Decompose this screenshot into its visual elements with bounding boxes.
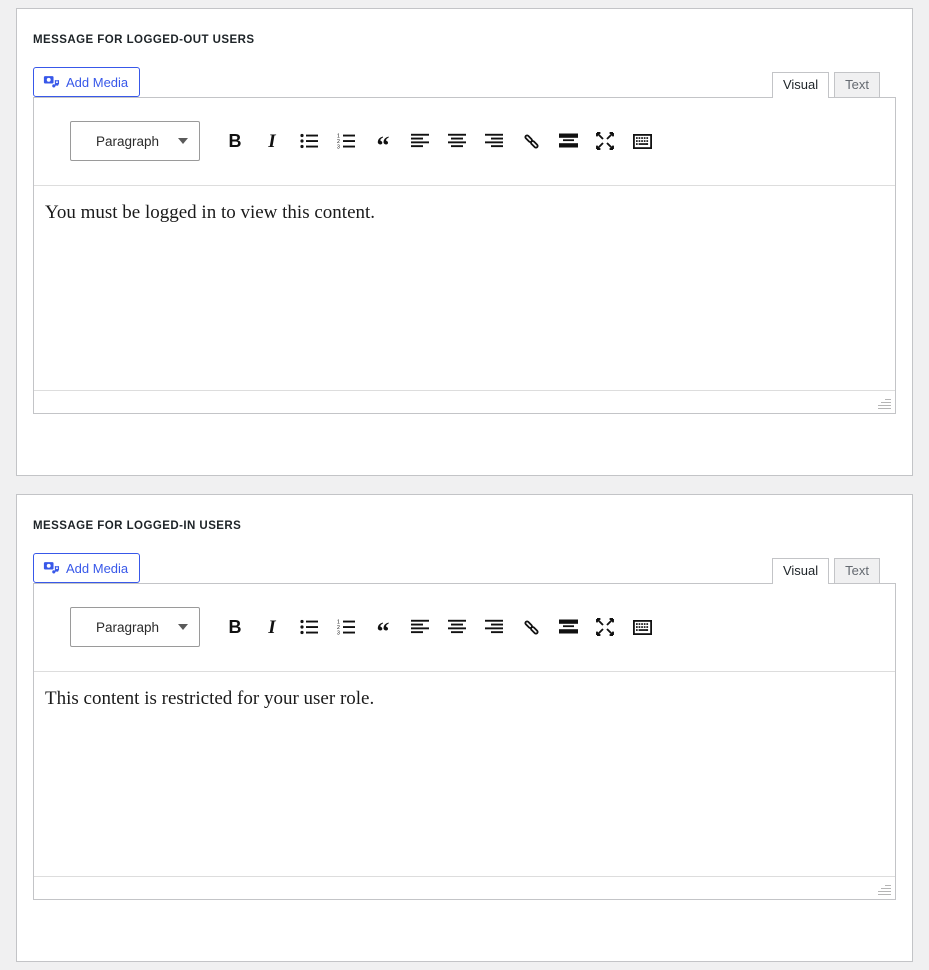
admin-settings-page: MESSAGE FOR LOGGED-OUT USERS Add Media V… [0, 0, 929, 970]
insert-link-button-2[interactable] [514, 610, 548, 644]
italic-button-1[interactable]: I [255, 124, 289, 158]
align-left-button-1[interactable] [403, 124, 437, 158]
resize-handle-icon[interactable] [875, 393, 893, 411]
fullscreen-button-2[interactable] [588, 610, 622, 644]
postbox-logged-in-message: MESSAGE FOR LOGGED-IN USERS Add Media Vi… [16, 494, 913, 962]
postbox-logged-out-message: MESSAGE FOR LOGGED-OUT USERS Add Media V… [16, 8, 913, 476]
align-left-icon [411, 133, 429, 149]
link-icon [522, 618, 541, 637]
editor-content-area-2[interactable]: This content is restricted for your user… [34, 671, 895, 877]
blockquote-button-2[interactable]: “ [366, 610, 400, 646]
fullscreen-icon [596, 618, 614, 636]
tab-text-1[interactable]: Text [834, 71, 880, 97]
chevron-down-icon [178, 624, 188, 630]
page-title-logged-out: MESSAGE FOR LOGGED-OUT USERS [33, 34, 255, 46]
numbered-list-button-1[interactable]: 1 2 3 [329, 124, 363, 158]
blockquote-glyph-2: “ [376, 617, 390, 646]
editor-container-1: Paragraph B I 1 2 3 “ You must be logged… [33, 96, 896, 414]
editor-container-2: Paragraph B I 1 2 3 “ This content is re… [33, 582, 896, 900]
media-buttons-row-1: Add Media Visual Text [33, 66, 896, 98]
link-icon [522, 132, 541, 151]
italic-glyph-2: I [268, 616, 276, 638]
editor-statusbar-2 [34, 876, 895, 899]
align-left-button-2[interactable] [403, 610, 437, 644]
toolbar-toggle-button-1[interactable] [625, 124, 659, 158]
editor-body-text-2: This content is restricted for your user… [45, 687, 375, 709]
read-more-icon [558, 619, 578, 635]
bullet-list-button-2[interactable] [292, 610, 326, 644]
postbox-inside-2: Add Media Visual Text Paragraph B I 1 2 … [17, 552, 912, 900]
resize-handle-icon[interactable] [875, 879, 893, 897]
numbered-list-icon: 1 2 3 [337, 619, 356, 635]
add-media-button-2[interactable]: Add Media [33, 552, 141, 583]
align-left-icon [411, 619, 429, 635]
insert-link-button-1[interactable] [514, 124, 548, 158]
editor-toolbar-row-2: Paragraph B I 1 2 3 “ [70, 597, 895, 658]
toolbar-toggle-button-2[interactable] [625, 610, 659, 644]
read-more-icon [558, 133, 578, 149]
editor-tabs-1: Visual Text [767, 71, 880, 98]
align-right-button-1[interactable] [477, 124, 511, 158]
align-right-button-2[interactable] [477, 610, 511, 644]
bullet-list-icon [299, 133, 319, 149]
svg-text:3: 3 [337, 631, 340, 635]
align-center-button-2[interactable] [440, 610, 474, 644]
numbered-list-button-2[interactable]: 1 2 3 [329, 610, 363, 644]
postbox-inside-1: Add Media Visual Text Paragraph B I 1 2 … [17, 66, 912, 414]
paragraph-style-select-1[interactable]: Paragraph [70, 121, 200, 161]
bold-button-1[interactable]: B [218, 124, 252, 158]
bullet-list-button-1[interactable] [292, 124, 326, 158]
admin-media-icon [43, 559, 61, 577]
blockquote-glyph-1: “ [376, 131, 390, 160]
align-center-icon [448, 619, 466, 635]
align-center-icon [448, 133, 466, 149]
fullscreen-button-1[interactable] [588, 124, 622, 158]
tab-visual-1[interactable]: Visual [771, 71, 830, 98]
keyboard-icon [632, 133, 652, 149]
paragraph-style-value-1: Paragraph [95, 133, 160, 149]
align-right-icon [485, 133, 503, 149]
bullet-list-icon [299, 619, 319, 635]
bold-glyph-1: B [228, 131, 242, 151]
add-media-button-1[interactable]: Add Media [33, 66, 141, 97]
paragraph-style-value-2: Paragraph [95, 619, 160, 635]
align-center-button-1[interactable] [440, 124, 474, 158]
add-media-label-1: Add Media [66, 75, 129, 90]
tab-text-2[interactable]: Text [834, 557, 880, 583]
tab-visual-2[interactable]: Visual [771, 557, 830, 584]
read-more-button-1[interactable] [551, 124, 585, 158]
editor-body-text-1: You must be logged in to view this conte… [45, 201, 376, 223]
italic-button-2[interactable]: I [255, 610, 289, 644]
editor-statusbar-1 [34, 390, 895, 413]
keyboard-icon [632, 619, 652, 635]
editor-toolbar-1: Paragraph B I 1 2 3 “ [34, 97, 895, 186]
media-buttons-row-2: Add Media Visual Text [33, 552, 896, 584]
blockquote-button-1[interactable]: “ [366, 124, 400, 160]
bold-button-2[interactable]: B [218, 610, 252, 644]
admin-media-icon [43, 73, 61, 91]
editor-content-area-1[interactable]: You must be logged in to view this conte… [34, 185, 895, 391]
editor-tabs-2: Visual Text [767, 557, 880, 584]
paragraph-style-select-2[interactable]: Paragraph [70, 607, 200, 647]
editor-toolbar-row-1: Paragraph B I 1 2 3 “ [70, 111, 895, 172]
read-more-button-2[interactable] [551, 610, 585, 644]
svg-text:3: 3 [337, 145, 340, 149]
page-title-logged-in: MESSAGE FOR LOGGED-IN USERS [33, 520, 242, 532]
fullscreen-icon [596, 132, 614, 150]
align-right-icon [485, 619, 503, 635]
editor-toolbar-2: Paragraph B I 1 2 3 “ [34, 583, 895, 672]
bold-glyph-2: B [228, 617, 242, 637]
chevron-down-icon [178, 138, 188, 144]
add-media-label-2: Add Media [66, 561, 129, 576]
italic-glyph-1: I [268, 130, 276, 152]
numbered-list-icon: 1 2 3 [337, 133, 356, 149]
